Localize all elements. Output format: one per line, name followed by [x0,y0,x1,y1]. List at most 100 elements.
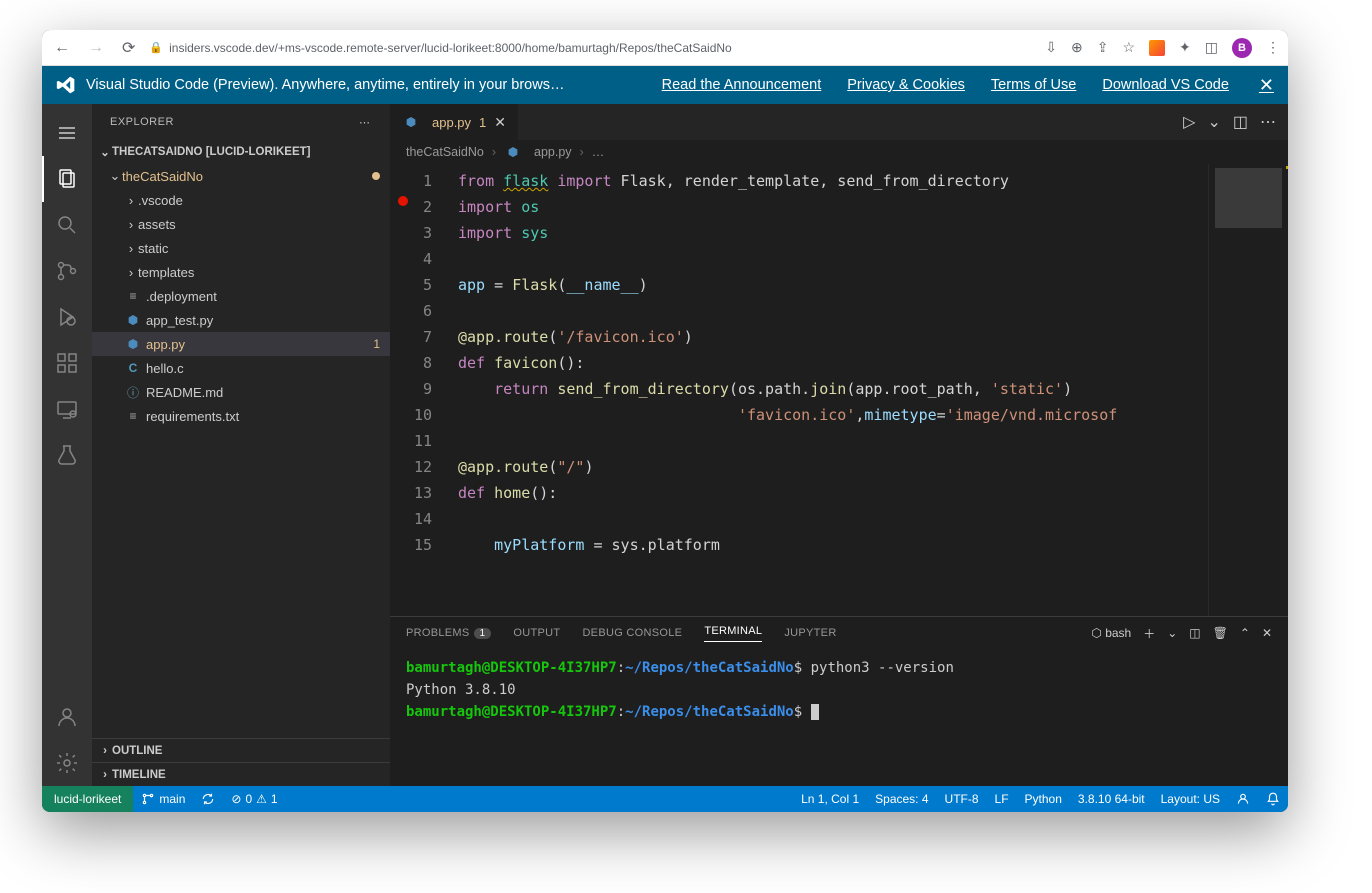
settings-icon[interactable] [42,740,92,786]
banner-link[interactable]: Terms of Use [991,77,1076,93]
reload-button[interactable]: ⟳ [118,38,139,58]
main-area: EXPLORER ⋯ ⌄ THECATSAIDNO [LUCID-LORIKEE… [42,104,1288,786]
chevron-down-icon: ⌄ [108,168,122,184]
split-terminal-icon[interactable]: ◫ [1189,626,1200,640]
banner-link[interactable]: Download VS Code [1102,77,1229,93]
code-content[interactable]: from flask import Flask, render_template… [446,164,1288,616]
cursor-position[interactable]: Ln 1, Col 1 [793,786,867,812]
outline-section[interactable]: ›OUTLINE [92,738,390,762]
tab-debug-console[interactable]: DEBUG CONSOLE [582,627,682,639]
feedback-icon[interactable] [1228,786,1258,812]
tab-problems[interactable]: PROBLEMS1 [406,627,491,639]
explorer-icon[interactable] [42,156,92,202]
testing-icon[interactable] [42,432,92,478]
profile-avatar[interactable]: B [1232,38,1252,58]
share-icon[interactable]: ⇪ [1097,39,1109,56]
sidepanel-icon[interactable]: ◫ [1205,39,1218,56]
breadcrumb-file[interactable]: app.py [534,145,572,159]
banner-link[interactable]: Privacy & Cookies [847,77,965,93]
new-terminal-icon[interactable]: ＋ [1143,625,1155,642]
install-icon[interactable]: ⇩ [1045,39,1057,56]
sync-button[interactable] [193,786,223,812]
file-icon: ≡ [124,289,142,303]
code-editor[interactable]: 1 2 3 4 5 6 7 8 9 10 11 12 13 14 15 [390,164,1288,616]
breadcrumb[interactable]: theCatSaidNo › ⬢ app.py › … [390,140,1288,164]
run-icon[interactable]: ▷ [1183,112,1195,132]
chevron-right-icon: › [124,217,138,232]
python-icon: ⬢ [124,313,142,327]
more-actions-icon[interactable]: ⋯ [359,116,372,129]
eol[interactable]: LF [987,786,1017,812]
run-debug-icon[interactable] [42,294,92,340]
banner-link[interactable]: Read the Announcement [662,77,822,93]
split-editor-icon[interactable]: ◫ [1233,112,1248,132]
git-branch[interactable]: main [133,786,193,812]
language-mode[interactable]: Python [1017,786,1070,812]
file-item[interactable]: ≡requirements.txt [92,404,390,428]
breadcrumb-more[interactable]: … [592,145,605,159]
file-item-active[interactable]: ⬢app.py1 [92,332,390,356]
minimap[interactable] [1208,164,1288,616]
timeline-section[interactable]: ›TIMELINE [92,762,390,786]
close-icon[interactable]: ✕ [1259,75,1274,96]
source-control-icon[interactable] [42,248,92,294]
folder-item[interactable]: ›.vscode [92,188,390,212]
file-label: .deployment [146,289,217,304]
encoding[interactable]: UTF-8 [937,786,987,812]
chevron-right-icon: › [124,265,138,280]
breadcrumb-folder[interactable]: theCatSaidNo [406,145,484,159]
keyboard-layout[interactable]: Layout: US [1153,786,1228,812]
folder-item[interactable]: ›static [92,236,390,260]
file-item[interactable]: ≡ .deployment [92,284,390,308]
trash-icon[interactable]: 🗑 [1213,626,1228,640]
file-item[interactable]: Chello.c [92,356,390,380]
breakpoint-icon[interactable] [398,196,408,206]
editor-tab[interactable]: ⬢ app.py 1 ✕ [390,104,519,140]
forward-button[interactable]: → [84,39,108,57]
back-button[interactable]: ← [50,39,74,57]
folder-item[interactable]: ›templates [92,260,390,284]
sidebar-header: EXPLORER ⋯ [92,104,390,140]
url-bar[interactable]: 🔒 insiders.vscode.dev/+ms-vscode.remote-… [149,41,1035,55]
menu-icon[interactable]: ⋮ [1266,39,1280,56]
line-number: 1 [390,168,432,194]
terminal-content[interactable]: bamurtagh@DESKTOP-4I37HP7:~/Repos/theCat… [390,649,1288,786]
extensions-icon[interactable] [42,340,92,386]
accounts-icon[interactable] [42,694,92,740]
close-panel-icon[interactable]: ✕ [1262,626,1272,640]
close-tab-icon[interactable]: ✕ [494,114,506,131]
chevron-down-icon[interactable]: ⌄ [1207,112,1220,132]
line-number: 3 [390,220,432,246]
terminal-path: ~/Repos/theCatSaidNo [625,660,794,676]
tab-terminal[interactable]: TERMINAL [704,625,762,642]
remote-indicator[interactable]: lucid-lorikeet [42,786,133,812]
bookmark-icon[interactable]: ☆ [1122,39,1135,56]
line-number: 9 [390,376,432,402]
folder-item[interactable]: ›assets [92,212,390,236]
shell-indicator[interactable]: ⬡ bash [1091,626,1131,640]
indentation[interactable]: Spaces: 4 [867,786,936,812]
search-icon[interactable] [42,202,92,248]
folder-label: assets [138,217,176,232]
menu-icon[interactable] [42,110,92,156]
problems-status[interactable]: ⊘0 ⚠1 [223,786,285,812]
file-item[interactable]: ⓘREADME.md [92,380,390,404]
workspace-header[interactable]: ⌄ THECATSAIDNO [LUCID-LORIKEET] [92,140,390,164]
more-icon[interactable]: ⋯ [1260,112,1276,132]
remote-explorer-icon[interactable] [42,386,92,432]
line-number: 5 [390,272,432,298]
folder-root[interactable]: ⌄ theCatSaidNo [92,164,390,188]
maximize-panel-icon[interactable]: ⌃ [1240,626,1250,640]
zoom-icon[interactable]: ⊕ [1071,39,1083,56]
extensions-icon[interactable]: ✦ [1179,39,1191,56]
extension-icon[interactable] [1149,40,1165,56]
python-interpreter[interactable]: 3.8.10 64-bit [1070,786,1153,812]
tab-output[interactable]: OUTPUT [513,627,560,639]
terminal-user: bamurtagh@DESKTOP-4I37HP7 [406,704,617,720]
chevron-right-icon: › [98,745,112,757]
notifications-icon[interactable] [1258,786,1288,812]
bottom-panel: PROBLEMS1 OUTPUT DEBUG CONSOLE TERMINAL … [390,616,1288,786]
chevron-down-icon[interactable]: ⌄ [1167,626,1177,640]
file-item[interactable]: ⬢app_test.py [92,308,390,332]
tab-jupyter[interactable]: JUPYTER [784,627,836,639]
